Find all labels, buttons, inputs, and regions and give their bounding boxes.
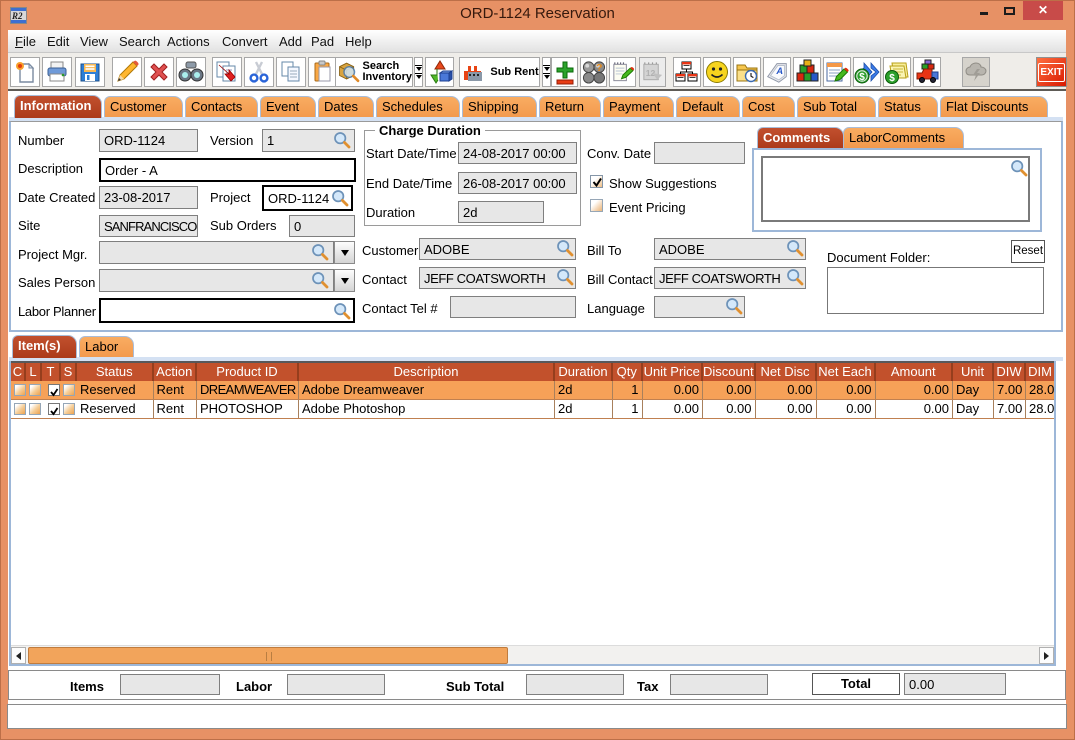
svg-text:?: ?	[596, 62, 602, 74]
svg-text:$: $	[859, 72, 865, 83]
svg-text:12: 12	[646, 68, 656, 78]
svg-text:A: A	[775, 66, 783, 76]
svg-text:$: $	[889, 73, 895, 84]
